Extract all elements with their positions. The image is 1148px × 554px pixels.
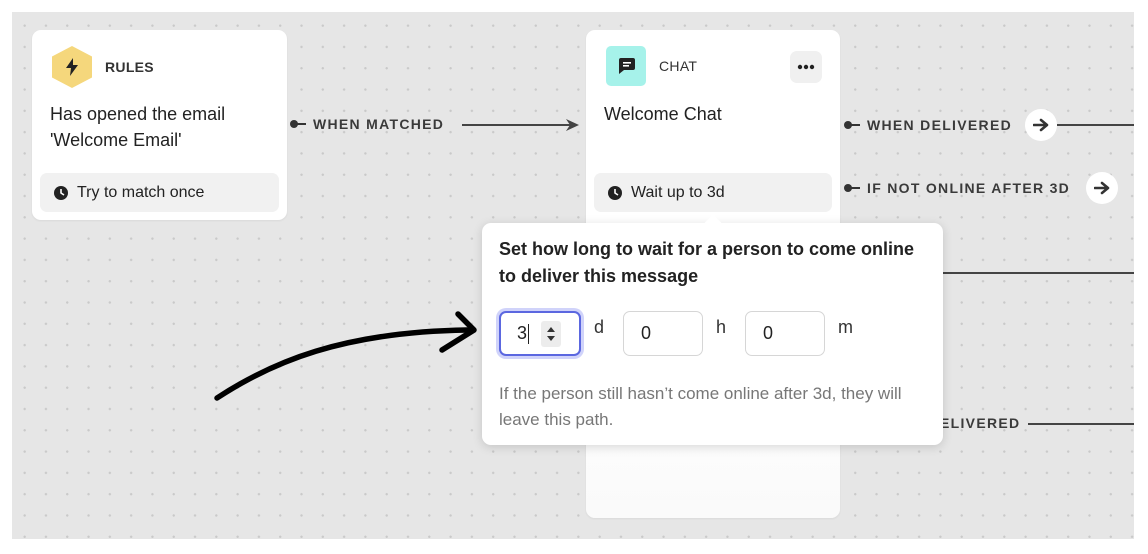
edge-text-when-matched: WHEN MATCHED [313, 116, 445, 132]
days-unit-label: d [594, 317, 605, 337]
more-options-icon [797, 64, 815, 70]
chat-kind-label: CHAT [659, 58, 698, 74]
rules-node-header: RULES [52, 46, 154, 88]
chat-node-title: Welcome Chat [604, 104, 722, 124]
stepper-up-down-icon [547, 326, 556, 341]
rules-node-footer[interactable]: Try to match once [40, 173, 279, 212]
chat-footer-text: Wait up to 3d [631, 183, 725, 201]
minutes-input-value: 0 [763, 323, 774, 343]
duration-inputs-row: 3 d 0 h 0 m [499, 311, 872, 356]
lightning-bolt-icon [52, 46, 92, 88]
rules-footer-text: Try to match once [77, 183, 205, 201]
rules-title-line-2: 'Welcome Email' [50, 130, 182, 150]
clock-icon [54, 185, 68, 200]
clock-icon [608, 185, 622, 200]
arrow-right-icon [1033, 118, 1049, 132]
edge-label-when-delivered: WHEN DELIVERED [844, 117, 1012, 133]
edge-line-middle [942, 272, 1134, 274]
more-options-button[interactable] [790, 51, 822, 83]
arrow-head-icon [566, 119, 579, 131]
rules-node-card[interactable]: RULES Has opened the email 'Welcome Emai… [32, 30, 287, 220]
edge-connector-dot [844, 121, 860, 129]
edge-text-delivered-partial: ELIVERED [940, 415, 1021, 431]
hours-input-value: 0 [641, 323, 652, 343]
rules-node-title: Has opened the email 'Welcome Email' [50, 101, 225, 153]
days-input-value: 3 [517, 323, 528, 343]
minutes-input[interactable]: 0 [745, 311, 826, 356]
days-stepper[interactable] [541, 320, 562, 347]
chat-node-footer[interactable]: Wait up to 3d [594, 173, 832, 212]
edge-line-when-delivered [1057, 124, 1134, 126]
edge-label-when-matched: WHEN MATCHED [290, 116, 445, 132]
edge-label-if-not-online: IF NOT ONLINE AFTER 3D [844, 180, 1071, 196]
arrow-right-icon [1094, 181, 1110, 195]
add-step-button-when-delivered[interactable] [1025, 109, 1057, 141]
edge-line-when-matched [462, 124, 572, 126]
popover-title: Set how long to wait for a person to com… [499, 239, 915, 286]
wait-duration-popover: Set how long to wait for a person to com… [482, 223, 943, 445]
edge-line-delivered-lower [1028, 423, 1134, 425]
chat-bubble-icon [606, 46, 646, 86]
hours-input[interactable]: 0 [623, 311, 704, 356]
chat-node-header: CHAT [606, 46, 697, 86]
minutes-unit-label: m [838, 317, 854, 337]
edge-text-when-delivered: WHEN DELIVERED [867, 117, 1012, 133]
days-input[interactable]: 3 [499, 311, 581, 356]
text-caret [528, 323, 530, 344]
rules-title-line-1: Has opened the email [50, 104, 226, 124]
edge-connector-dot [844, 184, 860, 192]
popover-help-text: If the person still hasn’t come online a… [499, 384, 902, 429]
hours-unit-label: h [716, 317, 727, 337]
edge-connector-dot [290, 120, 306, 128]
edge-text-if-not-online: IF NOT ONLINE AFTER 3D [867, 180, 1071, 196]
edge-label-delivered-partial: ELIVERED [940, 415, 1020, 431]
rules-kind-label: RULES [105, 59, 154, 75]
add-step-button-if-not-online[interactable] [1086, 172, 1118, 204]
